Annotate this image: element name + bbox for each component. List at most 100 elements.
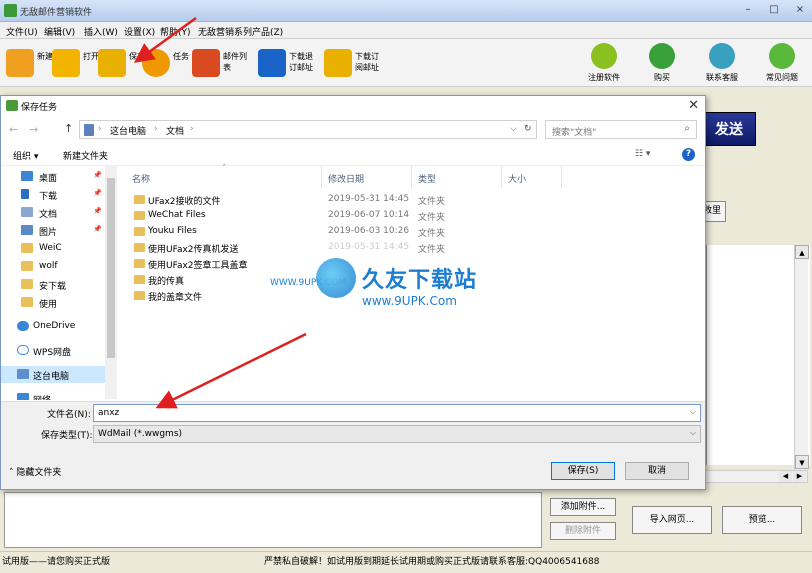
new-folder-button[interactable]: 新建文件夹 [63,149,108,162]
filetype-select[interactable]: WdMail (*.wwgms) ⌵ [93,425,701,443]
file-row[interactable]: Youku Files 2019-06-03 10:26 文件夹 [118,224,705,240]
contact-button[interactable]: 联系客服 [696,43,748,85]
filename-input[interactable]: anxz ⌵ [93,404,701,422]
mail-list-button[interactable]: 邮件列表 [190,44,250,80]
col-type[interactable]: 类型 [418,172,436,185]
dialog-cancel-button[interactable]: 取消 [625,462,689,480]
folder-icon [134,211,145,220]
hide-folders-label: 隐藏文件夹 [16,468,62,478]
menu-products[interactable]: 无敌营销系列产品(Z) [198,25,283,38]
breadcrumb-pc[interactable]: 这台电脑 [110,124,146,137]
save-button[interactable]: 保存 [96,44,145,80]
editor-vscroll[interactable]: ▲ ▼ [794,245,809,482]
minimize-button[interactable]: – [740,3,756,17]
refresh-icon[interactable]: ↻ [524,124,532,134]
delete-attachment-button[interactable]: 删除附件 [550,522,616,540]
picture-icon [21,225,33,235]
back-icon[interactable]: ← [9,123,18,136]
col-name[interactable]: 名称 [132,172,150,185]
col-divider [321,166,322,188]
view-options-icon[interactable]: ☷ ▾ [635,149,650,159]
nav-scrollbar[interactable] [105,166,117,399]
nav-downloads[interactable]: 下载 📌 [1,186,105,203]
file-name: Youku Files [148,226,197,236]
nav-desktop[interactable]: 桌面 📌 [1,168,105,185]
help-icon[interactable]: ? [682,148,695,161]
download-sub-label: 下载订阅邮址 [355,52,379,72]
watermark: WWW.9UPK.COM 久友下载站 www.9UPK.Com [270,258,570,318]
search-placeholder: 搜索"文档" [552,128,597,138]
nav-onedrive[interactable]: OneDrive [1,318,105,335]
nav-label: wolf [39,261,58,271]
add-attachment-button[interactable]: 添加附件... [550,498,616,516]
new-button[interactable]: 新建 [4,44,53,80]
nav-shiyong[interactable]: 使用 [1,294,105,311]
nav-network[interactable]: 网络 [1,390,105,400]
nav-wps[interactable]: WPS网盘 [1,342,105,359]
organize-menu[interactable]: 组织 ▾ [13,149,38,162]
folder-icon [134,243,145,252]
file-row[interactable]: UFax2接收的文件 2019-05-31 14:45 文件夹 [118,192,705,208]
buy-button[interactable]: 购买 [636,43,688,85]
menu-file[interactable]: 文件(U) [6,25,38,38]
maximize-button[interactable]: □ [766,3,782,17]
nav-wolf[interactable]: wolf [1,258,105,275]
globe-icon [709,43,735,69]
forward-icon[interactable]: → [29,123,38,136]
chevron-down-icon[interactable]: ⌵ [690,407,696,417]
toolbar: 新建 打开 保存 任务 邮件列表 下载退订邮址 下载订阅邮址 注册软件 购买 联… [0,39,812,87]
menu-edit[interactable]: 编辑(V) [44,25,75,38]
file-date: 2019-05-31 14:45 [328,194,410,204]
file-row[interactable]: 使用UFax2传真机发送 2019-05-31 14:45 文件夹 [118,240,705,256]
pc-icon [84,124,94,136]
dialog-save-button[interactable]: 保存(S) [551,462,615,480]
scroll-left-icon[interactable]: ◀ [779,471,792,482]
nav-pictures[interactable]: 图片 📌 [1,222,105,239]
pin-icon: 📌 [93,207,102,215]
close-button[interactable]: × [792,3,808,17]
scroll-right-icon[interactable]: ▶ [793,471,806,482]
up-icon[interactable]: ↑ [64,122,73,135]
import-web-button[interactable]: 导入网页... [632,506,712,534]
nav-scroll-thumb[interactable] [107,178,115,358]
nav-documents[interactable]: 文档 📌 [1,204,105,221]
breadcrumb-docs[interactable]: 文档 [166,124,184,137]
folder-icon [134,195,145,204]
scroll-up-icon[interactable]: ▲ [795,245,809,259]
menu-insert[interactable]: 插入(W) [84,25,118,38]
col-size[interactable]: 大小 [508,172,526,185]
scroll-down-icon[interactable]: ▼ [795,455,809,469]
chevron-down-icon[interactable]: ⌵ [690,428,696,438]
col-date[interactable]: 修改日期 [328,172,364,185]
task-button[interactable]: 任务 [140,44,189,80]
preview-button[interactable]: 预览... [722,506,802,534]
dialog-close-icon[interactable]: ✕ [688,98,699,113]
address-dropdown-icon[interactable]: ⌵ [510,124,517,134]
open-button[interactable]: 打开 [50,44,99,80]
folder-icon [21,279,33,289]
download-unsub-button[interactable]: 下载退订邮址 [256,44,320,80]
filetype-value: WdMail (*.wwgms) [98,429,183,439]
faq-button[interactable]: 常见问题 [756,43,808,85]
address-bar[interactable]: › 这台电脑 › 文档 › ⌵ ↻ [79,120,537,139]
download-sub-button[interactable]: 下载订阅邮址 [322,44,386,80]
register-button[interactable]: 注册软件 [578,43,630,85]
sort-indicator-icon: ˄ [222,164,227,174]
attachment-list[interactable] [4,492,542,548]
download-unsub-icon [258,49,286,77]
nav-label: WeiC [39,243,62,253]
download-sub-icon [324,49,352,77]
menu-help[interactable]: 帮助(Y) [160,25,191,38]
menu-settings[interactable]: 设置(X) [124,25,155,38]
nav-weic[interactable]: WeiC [1,240,105,257]
filename-row: 文件名(N): anxz ⌵ [1,401,705,423]
file-type: 文件夹 [418,229,446,239]
cart-icon [649,43,675,69]
mail-list-label: 邮件列表 [223,52,247,72]
hide-folders-toggle[interactable]: ˄ 隐藏文件夹 [9,465,61,478]
nav-anxiazai[interactable]: 安下载 [1,276,105,293]
nav-this-pc[interactable]: 这台电脑 [1,366,105,383]
search-input[interactable]: 搜索"文档" ⌕ [545,120,697,139]
file-row[interactable]: WeChat Files 2019-06-07 10:14 文件夹 [118,208,705,224]
send-button[interactable]: 发送 [702,112,756,146]
